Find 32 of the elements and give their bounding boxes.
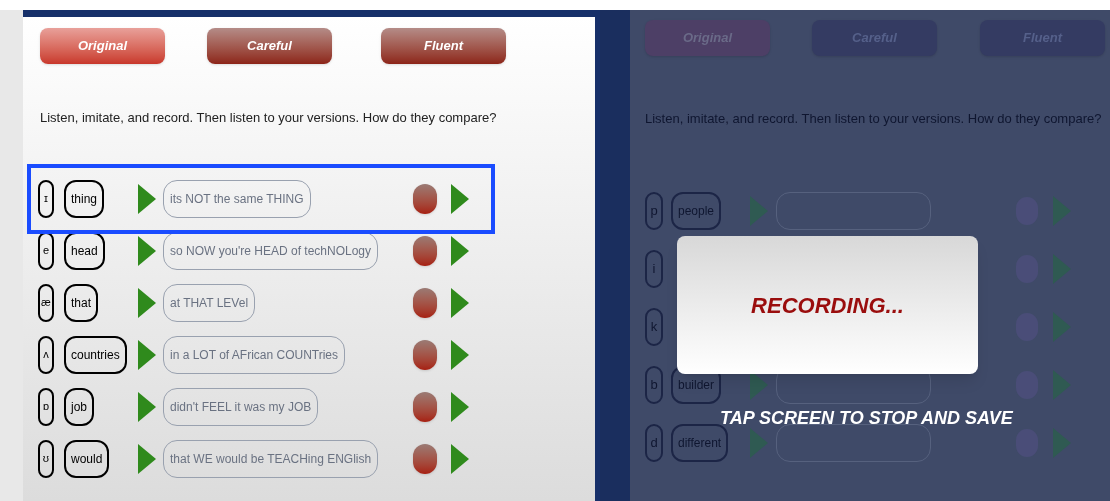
word-chip[interactable]: head — [64, 231, 105, 270]
phoneme-symbol: b — [645, 365, 663, 404]
sentence-chip[interactable]: in a LOT of AFrican COUNTries — [163, 335, 346, 374]
sentence-chip[interactable]: that WE would be TEACHing ENGlish — [163, 439, 379, 478]
record-button[interactable] — [413, 443, 437, 474]
phoneme-symbol: e — [38, 231, 54, 270]
phoneme-symbol: p — [645, 191, 663, 230]
record-button[interactable] — [413, 287, 437, 318]
sentence-chip[interactable]: its NOT the same THING — [163, 179, 311, 218]
dialog-title: RECORDING... — [751, 291, 904, 320]
recording-dialog[interactable]: RECORDING... — [677, 236, 978, 374]
phoneme-symbol: æ — [38, 283, 54, 322]
instruction-text: Listen, imitate, and record. Then listen to your versions. How do they compare? — [645, 110, 1103, 128]
sentence-chip[interactable]: didn't FEEL it was my JOB — [163, 387, 319, 426]
word-chip[interactable]: thing — [64, 179, 105, 218]
record-button[interactable] — [413, 339, 437, 370]
instruction-text: Listen, imitate, and record. Then listen to your versions. How do they compare? — [40, 109, 498, 127]
record-button[interactable] — [413, 183, 437, 214]
mode-tab[interactable]: Original — [40, 28, 165, 64]
record-button[interactable] — [413, 235, 437, 266]
mode-tab[interactable]: Careful — [207, 28, 332, 64]
word-chip[interactable]: would — [64, 439, 110, 478]
word-chip[interactable]: that — [64, 283, 98, 322]
record-button[interactable] — [413, 391, 437, 422]
mode-tab[interactable]: Fluent — [381, 28, 506, 64]
word-chip[interactable]: job — [64, 387, 94, 426]
phoneme-symbol: ʌ — [38, 335, 54, 374]
word-chip[interactable]: countries — [64, 335, 127, 374]
phoneme-symbol: ɒ — [38, 387, 54, 426]
phoneme-symbol: ʊ — [38, 439, 54, 478]
phoneme-symbol: ɪ — [38, 179, 54, 218]
sentence-chip[interactable]: at THAT LEVel — [163, 283, 256, 322]
